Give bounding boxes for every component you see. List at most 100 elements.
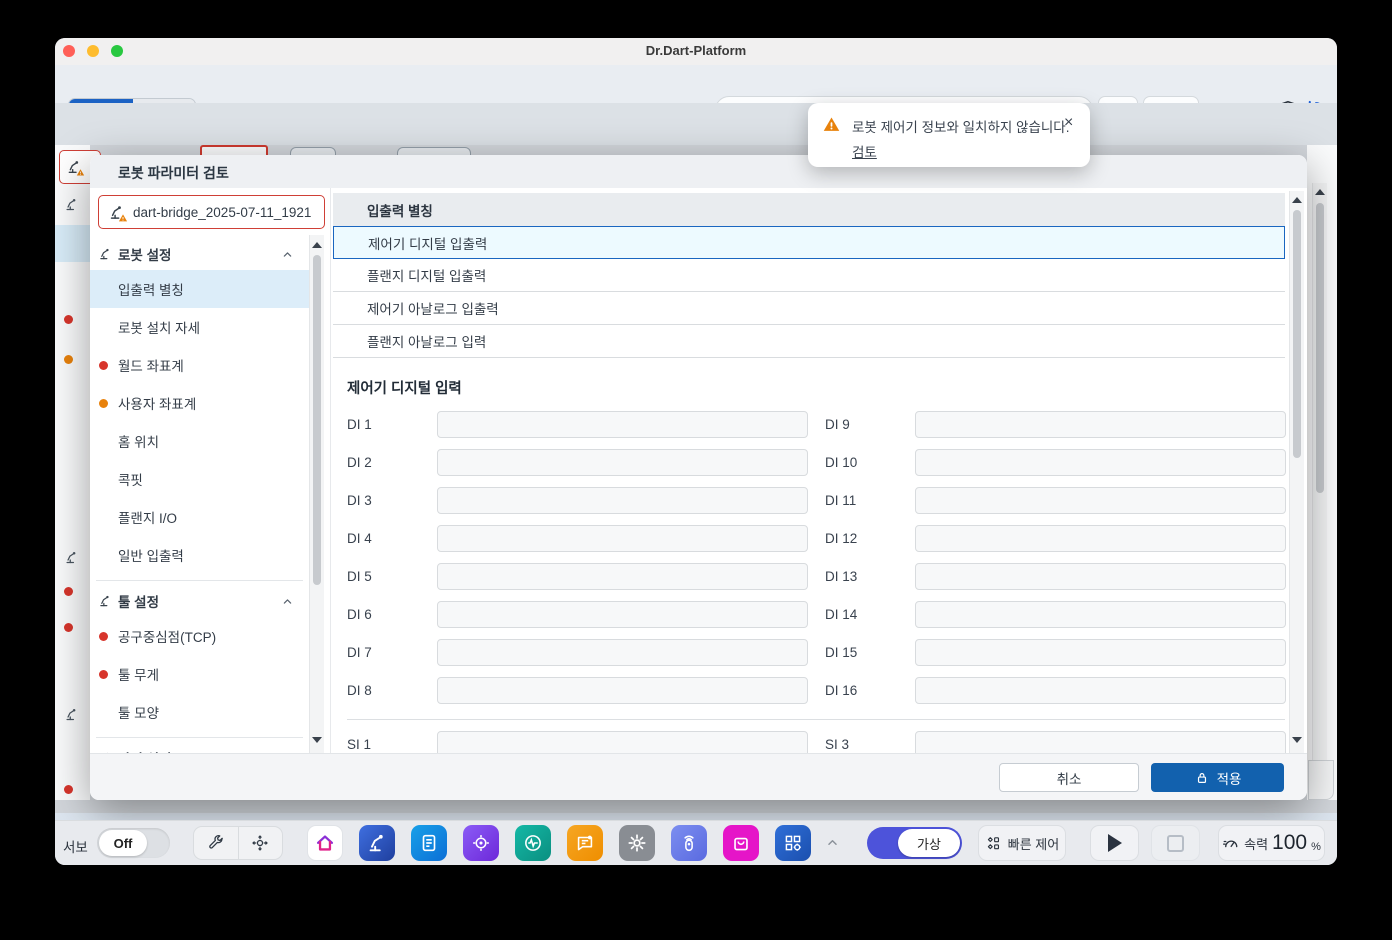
tree-section-로봇 설정[interactable]: 로봇 설정: [90, 238, 309, 270]
background-status-dot: [64, 587, 73, 596]
di-input-DI 11[interactable]: [915, 487, 1286, 514]
alias-row-플랜지 디지털 입출력[interactable]: 플랜지 디지털 입출력: [333, 259, 1285, 292]
di-label-DI 6: DI 6: [347, 607, 372, 622]
chevron-up-icon[interactable]: [280, 247, 295, 262]
red-status-dot: [99, 632, 108, 641]
di-input-DI 6[interactable]: [437, 601, 808, 628]
virtual-mode-toggle[interactable]: 가상: [867, 827, 962, 859]
di-input-DI 3[interactable]: [437, 487, 808, 514]
tree-item-콕핏[interactable]: 콕핏: [90, 460, 309, 498]
di-input-DI 14[interactable]: [915, 601, 1286, 628]
tree-item-입출력 별칭[interactable]: 입출력 별칭: [90, 270, 309, 308]
monitor-app-icon[interactable]: [515, 825, 551, 861]
taskbar: 서보 Off 가상 빠른 제어 속력 100 %: [55, 820, 1337, 865]
tree-item-플랜지 I/O[interactable]: 플랜지 I/O: [90, 498, 309, 536]
tree-item-일반 입출력[interactable]: 일반 입출력: [90, 536, 309, 574]
tree-item-사용자 좌표계[interactable]: 사용자 좌표계: [90, 384, 309, 422]
di-input-DI 7[interactable]: [437, 639, 808, 666]
close-icon[interactable]: ×: [1064, 114, 1073, 132]
move-icon: [251, 834, 269, 852]
file-name: dart-bridge_2025-07-11_1921: [133, 205, 311, 220]
mismatch-file-field[interactable]: dart-bridge_2025-07-11_1921: [98, 195, 325, 229]
alias-row-제어기 아날로그 입출력[interactable]: 제어기 아날로그 입출력: [333, 292, 1285, 325]
tree-section-툴 설정[interactable]: 툴 설정: [90, 585, 309, 617]
di-label-DI 16: DI 16: [825, 683, 857, 698]
review-link[interactable]: 검토: [852, 141, 877, 161]
chevron-up-icon[interactable]: [280, 594, 295, 609]
speed-label: 속력: [1244, 834, 1268, 853]
background-bottom-edge: [55, 813, 1337, 820]
jog-move-button[interactable]: [239, 827, 283, 859]
di-label-DI 14: DI 14: [825, 607, 857, 622]
settings-app-icon[interactable]: [619, 825, 655, 861]
background-robot-icon: [64, 197, 79, 212]
di-label-DI 10: DI 10: [825, 455, 857, 470]
di-label-DI 12: DI 12: [825, 531, 857, 546]
tree-item-툴 모양[interactable]: 툴 모양: [90, 693, 309, 731]
di-input-DI 16[interactable]: [915, 677, 1286, 704]
di-input-DI 5[interactable]: [437, 563, 808, 590]
background-status-dot: [64, 315, 73, 324]
title-bar: Dr.Dart-Platform: [55, 38, 1337, 66]
message-app-icon[interactable]: [567, 825, 603, 861]
di-input-DI 4[interactable]: [437, 525, 808, 552]
di-label-DI 4: DI 4: [347, 531, 372, 546]
di-label-DI 5: DI 5: [347, 569, 372, 584]
robot-app-icon[interactable]: [359, 825, 395, 861]
di-input-DI 8[interactable]: [437, 677, 808, 704]
di-input-DI 10[interactable]: [915, 449, 1286, 476]
store-app-icon[interactable]: [723, 825, 759, 861]
quick-control-button[interactable]: 빠른 제어: [978, 825, 1066, 861]
alias-row-플랜지 아날로그 입력[interactable]: 플랜지 아날로그 입력: [333, 325, 1285, 358]
speed-value: 100: [1272, 831, 1307, 855]
virtual-label: 가상: [917, 834, 941, 853]
di-label-DI 8: DI 8: [347, 683, 372, 698]
tree-item-공구중심점(TCP)[interactable]: 공구중심점(TCP): [90, 617, 309, 655]
tree-item-월드 좌표계[interactable]: 월드 좌표계: [90, 346, 309, 384]
dialog-header: 로봇 파라미터 검토: [90, 155, 1307, 188]
robot-parameter-review-dialog: 로봇 파라미터 검토 dart-bridge_2025-07-11_1921 로…: [90, 155, 1307, 800]
di-input-DI 15[interactable]: [915, 639, 1286, 666]
section-title: 제어기 디지털 입력: [347, 377, 462, 398]
dialog-title: 로봇 파라미터 검토: [118, 163, 229, 183]
robot-warning-icon: [108, 204, 125, 221]
background-scrollbar[interactable]: [1312, 183, 1327, 793]
servo-toggle[interactable]: Off: [97, 828, 170, 858]
di-label-DI 13: DI 13: [825, 569, 857, 584]
apply-button[interactable]: 적용: [1151, 763, 1284, 792]
di-input-DI 1[interactable]: [437, 411, 808, 438]
tree-scrollbar[interactable]: [309, 235, 324, 753]
di-input-DI 9[interactable]: [915, 411, 1286, 438]
home-app-icon[interactable]: [307, 825, 343, 861]
tree-item-툴 무게[interactable]: 툴 무게: [90, 655, 309, 693]
speed-control[interactable]: 속력 100 %: [1218, 825, 1325, 861]
tree-item-홈 위치[interactable]: 홈 위치: [90, 422, 309, 460]
notification-popup: 로봇 제어기 정보와 일치하지 않습니다. × 검토: [808, 103, 1090, 167]
di-label-DI 9: DI 9: [825, 417, 850, 432]
stop-button[interactable]: [1151, 825, 1200, 861]
window-title: Dr.Dart-Platform: [55, 43, 1337, 58]
di-input-DI 12[interactable]: [915, 525, 1286, 552]
di-label-DI 3: DI 3: [347, 493, 372, 508]
apps-app-icon[interactable]: [775, 825, 811, 861]
wrench-icon: [207, 834, 225, 852]
background-page-right-strip: [1307, 145, 1337, 800]
lock-icon: [1194, 770, 1210, 786]
tree-item-로봇 설치 자세[interactable]: 로봇 설치 자세: [90, 308, 309, 346]
alias-row-제어기 디지털 입출력[interactable]: 제어기 디지털 입출력: [333, 226, 1285, 259]
speedometer-icon: [1222, 834, 1240, 852]
document-app-icon[interactable]: [411, 825, 447, 861]
di-input-DI 2[interactable]: [437, 449, 808, 476]
di-input-DI 13[interactable]: [915, 563, 1286, 590]
play-button[interactable]: [1090, 825, 1139, 861]
content-scrollbar[interactable]: [1289, 191, 1304, 753]
tab-bar: Robot Parameters ×: [55, 103, 1337, 145]
servo-label: 서보: [63, 836, 88, 856]
jog-app-icon[interactable]: [463, 825, 499, 861]
wrench-button[interactable]: [194, 827, 239, 859]
app-window: Dr.Dart-Platform 수동 @ 자동 서보 오프 dart-brid…: [55, 38, 1337, 865]
chevron-up-icon[interactable]: [824, 834, 841, 851]
top-toolbar: 수동 @ 자동 서보 오프 dart-bridge_2025-07-11_192…: [55, 65, 1337, 103]
cancel-button[interactable]: 취소: [999, 763, 1139, 792]
remote-app-icon[interactable]: [671, 825, 707, 861]
